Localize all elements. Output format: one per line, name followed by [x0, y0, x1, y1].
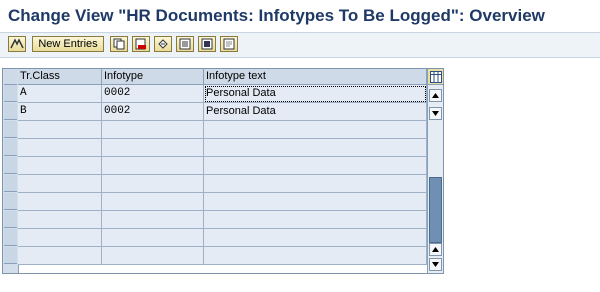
cell-infotype[interactable]: 0002 — [102, 85, 204, 103]
delete-icon — [135, 38, 146, 50]
cell-tr-class[interactable] — [18, 229, 102, 247]
display-change-button[interactable] — [8, 36, 26, 52]
scroll-down-button[interactable] — [429, 107, 442, 120]
row-selector[interactable] — [4, 193, 17, 210]
cell-infotype-text[interactable] — [204, 211, 427, 229]
cell-infotype[interactable] — [102, 247, 204, 265]
deselect-all-icon — [223, 38, 235, 50]
application-toolbar: New Entries — [0, 32, 600, 58]
infotypes-table: Tr.Class Infotype Infotype text A 0002 P… — [2, 68, 444, 274]
triangle-down-icon — [432, 262, 439, 267]
display-change-icon — [10, 38, 24, 49]
row-selector[interactable] — [4, 175, 17, 192]
copy-button[interactable] — [110, 36, 128, 52]
deselect-all-button[interactable] — [220, 36, 238, 52]
cell-infotype[interactable]: 0002 — [102, 103, 204, 121]
select-all-rows-corner[interactable] — [4, 69, 17, 85]
row-selector[interactable] — [4, 157, 17, 174]
cell-tr-class[interactable]: A — [18, 85, 102, 103]
cell-tr-class[interactable] — [18, 175, 102, 193]
cell-infotype-text[interactable] — [204, 229, 427, 247]
copy-icon — [113, 38, 125, 50]
row-selector[interactable] — [4, 121, 17, 138]
cell-tr-class[interactable]: B — [18, 103, 102, 121]
cell-infotype-text[interactable]: Personal Data — [204, 85, 427, 103]
cell-infotype-text[interactable] — [204, 247, 427, 265]
row-selector[interactable] — [4, 85, 17, 102]
table-settings-button[interactable] — [427, 69, 443, 85]
cell-infotype[interactable] — [102, 175, 204, 193]
cell-tr-class[interactable] — [18, 193, 102, 211]
triangle-up-icon — [432, 93, 439, 98]
cell-tr-class[interactable] — [18, 121, 102, 139]
triangle-down-icon — [432, 111, 439, 116]
cell-infotype-text[interactable] — [204, 157, 427, 175]
scroll-up-button[interactable] — [429, 89, 442, 102]
table-settings-icon — [429, 70, 442, 83]
cell-tr-class[interactable] — [18, 211, 102, 229]
cell-infotype[interactable] — [102, 193, 204, 211]
scroll-down-button-bottom[interactable] — [429, 258, 442, 271]
column-header-infotype[interactable]: Infotype — [102, 69, 204, 85]
scrollbar-thumb[interactable] — [429, 177, 442, 243]
select-block-icon — [201, 38, 213, 50]
cell-infotype-text[interactable] — [204, 121, 427, 139]
row-selector[interactable] — [4, 229, 17, 246]
triangle-up-icon — [432, 247, 439, 252]
cell-infotype[interactable] — [102, 229, 204, 247]
column-header-tr-class[interactable]: Tr.Class — [18, 69, 102, 85]
cell-infotype[interactable] — [102, 157, 204, 175]
vertical-scrollbar[interactable] — [427, 85, 443, 273]
cell-infotype[interactable] — [102, 139, 204, 157]
column-header-infotype-text[interactable]: Infotype text — [204, 69, 427, 85]
new-entries-button[interactable]: New Entries — [32, 36, 104, 52]
select-all-icon — [179, 38, 191, 50]
undo-button[interactable] — [154, 36, 172, 52]
row-selector[interactable] — [4, 211, 17, 228]
cell-infotype[interactable] — [102, 121, 204, 139]
cell-tr-class[interactable] — [18, 157, 102, 175]
row-selector[interactable] — [4, 103, 17, 120]
row-selector[interactable] — [4, 139, 17, 156]
cell-tr-class[interactable] — [18, 247, 102, 265]
cell-infotype-text[interactable] — [204, 175, 427, 193]
cell-infotype-text[interactable]: Personal Data — [204, 103, 427, 121]
cell-tr-class[interactable] — [18, 139, 102, 157]
row-selector[interactable] — [4, 247, 17, 264]
delete-button[interactable] — [132, 36, 150, 52]
undo-icon — [158, 39, 168, 49]
scroll-up-button-bottom[interactable] — [429, 243, 442, 256]
cell-infotype[interactable] — [102, 211, 204, 229]
select-block-button[interactable] — [198, 36, 216, 52]
cell-infotype-text[interactable] — [204, 193, 427, 211]
select-all-button[interactable] — [176, 36, 194, 52]
cell-infotype-text[interactable] — [204, 139, 427, 157]
page-title: Change View "HR Documents: Infotypes To … — [8, 6, 545, 25]
